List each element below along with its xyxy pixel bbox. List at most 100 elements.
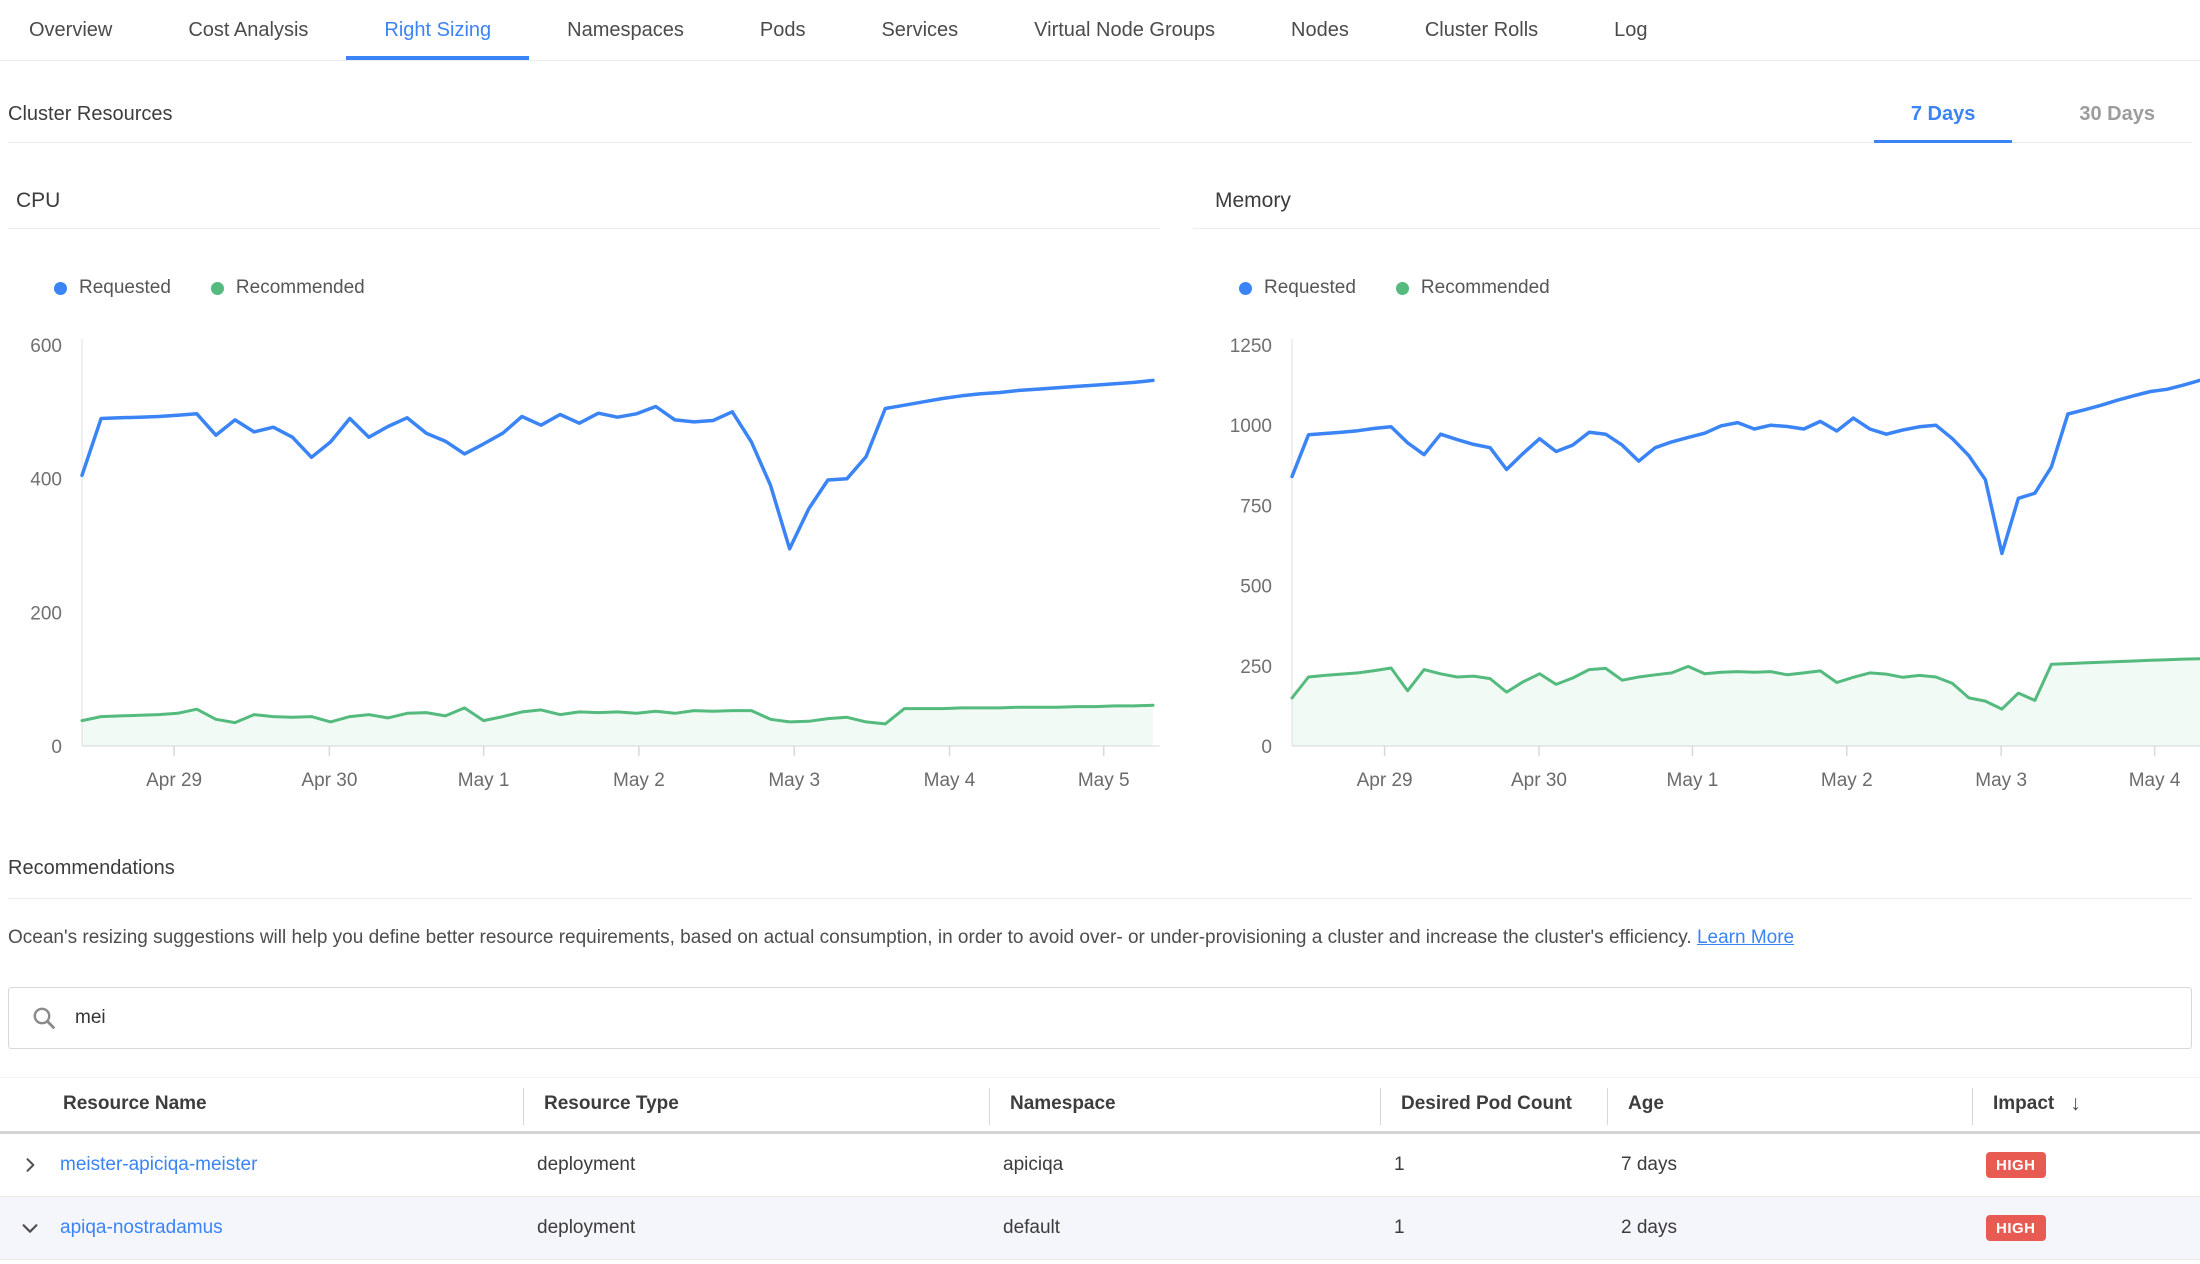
resource-name-link[interactable]: meister-apiciqa-meister (60, 1154, 257, 1175)
recommendations-description: Ocean's resizing suggestions will help y… (8, 925, 2192, 951)
series-line-requested (82, 380, 1153, 548)
tab-pods[interactable]: Pods (722, 0, 844, 60)
recommendations-table: Resource Name Resource Type Namespace Desir… (0, 1077, 2200, 1260)
legend-item-requested[interactable]: Requested (1239, 277, 1356, 299)
column-header-label: Namespace (1010, 1093, 1116, 1115)
legend-dot-requested (1239, 282, 1252, 295)
sort-desc-icon[interactable]: ↓ (2070, 1092, 2081, 1116)
table-row: meister-apiciqa-meister deploymentapiciqa… (0, 1134, 2200, 1197)
tab-cost-analysis[interactable]: Cost Analysis (150, 0, 346, 60)
charts-row: CPU Requested Recommended 0 200 400 600 Apr 2… (0, 189, 2200, 801)
memory-chart-title: Memory (1193, 189, 2200, 229)
tab-overview[interactable]: Overview (0, 0, 150, 60)
main-tab-bar: OverviewCost AnalysisRight SizingNamespa… (0, 0, 2200, 61)
cpu-chart-panel: CPU Requested Recommended 0 200 400 600 Apr 2… (8, 189, 1160, 801)
resource-type-cell: deployment (523, 1154, 989, 1176)
x-tick-label: Apr 30 (301, 770, 357, 791)
legend-dot-recommended (1396, 282, 1409, 295)
cluster-resources-header: Cluster Resources 7 Days 30 Days (8, 61, 2192, 143)
x-tick-label: May 3 (1975, 770, 2027, 791)
memory-chart: 0 250 500 750 1000 1250 Apr 29 Apr 30 May 1 May 2… (1193, 321, 2200, 801)
desired-pod-count-cell: 1 (1380, 1217, 1607, 1239)
y-tick-label: 750 (1240, 496, 1272, 517)
x-tick-label: Apr 29 (1357, 770, 1413, 791)
y-tick-label: 1000 (1230, 416, 1272, 437)
column-header-impact[interactable]: Impact ↓ (1972, 1078, 2200, 1131)
cpu-chart-legend: Requested Recommended (54, 277, 1160, 299)
chart-svg-cpu: 0 200 400 600 Apr 29 Apr 30 May 1 May 2 May 3 May… (8, 321, 1160, 796)
y-tick-label: 400 (30, 470, 62, 491)
column-header-label: Resource Type (544, 1093, 679, 1115)
column-header-age[interactable]: Age (1607, 1078, 1972, 1131)
range-7-days[interactable]: 7 Days (1874, 103, 2013, 143)
cluster-resources-title: Cluster Resources (8, 103, 173, 142)
desired-pod-count-cell: 1 (1380, 1154, 1607, 1176)
x-tick-label: Apr 30 (1511, 770, 1567, 791)
learn-more-link[interactable]: Learn More (1697, 927, 1794, 948)
tab-virtual-node-groups[interactable]: Virtual Node Groups (996, 0, 1253, 60)
y-tick-label: 600 (30, 336, 62, 357)
column-header-label: Desired Pod Count (1401, 1093, 1572, 1115)
cpu-chart-title: CPU (8, 189, 1160, 229)
chevron-down-icon[interactable] (0, 1197, 60, 1259)
legend-item-recommended[interactable]: Recommended (211, 277, 365, 299)
column-header-resource-type[interactable]: Resource Type (523, 1078, 989, 1131)
column-header-resource-name[interactable]: Resource Name (60, 1078, 523, 1131)
impact-badge: HIGH (1986, 1152, 2046, 1178)
memory-chart-legend: Requested Recommended (1239, 277, 2200, 299)
tab-log[interactable]: Log (1576, 0, 1685, 60)
y-tick-label: 500 (1240, 577, 1272, 598)
resource-type-cell: deployment (523, 1217, 989, 1239)
cpu-chart: 0 200 400 600 Apr 29 Apr 30 May 1 May 2 May 3 May… (8, 321, 1160, 801)
y-tick-label: 200 (30, 603, 62, 624)
column-header-label: Resource Name (63, 1093, 207, 1115)
memory-chart-panel: Memory Requested Recommended 0 250 500 750 10… (1193, 189, 2200, 801)
x-tick-label: May 5 (1078, 770, 1130, 791)
y-tick-label: 1250 (1230, 336, 1272, 357)
resource-search-box (8, 987, 2192, 1049)
impact-badge: HIGH (1986, 1215, 2046, 1241)
y-tick-label: 250 (1240, 657, 1272, 678)
y-tick-label: 0 (51, 737, 62, 758)
range-30-days[interactable]: 30 Days (2042, 103, 2192, 143)
recommendations-description-text: Ocean's resizing suggestions will help y… (8, 927, 1692, 948)
age-cell: 7 days (1607, 1154, 1972, 1176)
column-header-namespace[interactable]: Namespace (989, 1078, 1380, 1131)
time-range-toggle: 7 Days 30 Days (1874, 103, 2192, 142)
table-row: apiqa-nostradamusdeploymentdefault12 day… (0, 1197, 2200, 1260)
column-header-label: Impact (1993, 1093, 2054, 1115)
tab-services[interactable]: Services (843, 0, 996, 60)
x-tick-label: Apr 29 (146, 770, 202, 791)
tab-nodes[interactable]: Nodes (1253, 0, 1387, 60)
legend-label: Requested (1264, 277, 1356, 299)
legend-label: Recommended (236, 277, 365, 299)
column-header-desired-pod-count[interactable]: Desired Pod Count (1380, 1078, 1607, 1131)
tab-cluster-rolls[interactable]: Cluster Rolls (1387, 0, 1576, 60)
chart-svg-memory: 0 250 500 750 1000 1250 Apr 29 Apr 30 May 1 May 2… (1193, 321, 2200, 796)
legend-item-requested[interactable]: Requested (54, 277, 171, 299)
legend-item-recommended[interactable]: Recommended (1396, 277, 1550, 299)
chevron-right-icon[interactable] (0, 1134, 60, 1196)
search-icon (31, 1005, 57, 1031)
tab-namespaces[interactable]: Namespaces (529, 0, 722, 60)
x-tick-label: May 1 (458, 770, 510, 791)
x-tick-label: May 4 (2129, 770, 2181, 791)
y-tick-label: 0 (1261, 737, 1272, 758)
x-tick-label: May 2 (1821, 770, 1873, 791)
namespace-cell: apiciqa (989, 1154, 1380, 1176)
legend-label: Recommended (1421, 277, 1550, 299)
x-tick-label: May 3 (768, 770, 820, 791)
legend-label: Requested (79, 277, 171, 299)
legend-dot-recommended (211, 282, 224, 295)
table-header-row: Resource Name Resource Type Namespace Desir… (0, 1077, 2200, 1134)
x-tick-label: May 1 (1667, 770, 1719, 791)
search-input[interactable] (73, 1006, 2191, 1030)
series-line-requested (1292, 380, 2200, 553)
legend-dot-requested (54, 282, 67, 295)
x-tick-label: May 4 (924, 770, 976, 791)
recommendations-header: Recommendations (8, 857, 2192, 899)
namespace-cell: default (989, 1217, 1380, 1239)
x-tick-label: May 2 (613, 770, 665, 791)
resource-name-link[interactable]: apiqa-nostradamus (60, 1217, 223, 1238)
tab-right-sizing[interactable]: Right Sizing (346, 0, 529, 60)
